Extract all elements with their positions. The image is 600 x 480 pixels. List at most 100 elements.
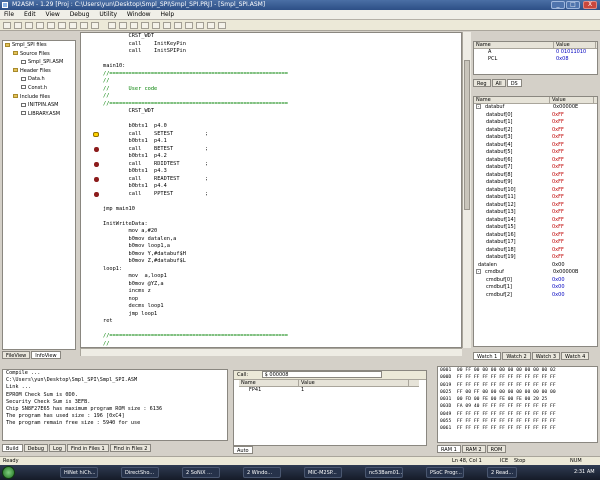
tab-reg[interactable]: Reg xyxy=(473,79,491,87)
stop-icon[interactable] xyxy=(152,22,160,29)
tab-output-2[interactable]: Debug xyxy=(23,444,49,452)
code-line[interactable]: decms loop1 xyxy=(81,303,461,311)
maximize-button[interactable]: □ xyxy=(566,1,580,9)
watch-row[interactable]: databuf[16] 0xFF xyxy=(474,232,597,240)
code-line[interactable]: //======================================… xyxy=(81,333,461,341)
code-line[interactable]: jmp loop1 xyxy=(81,311,461,319)
watch-row[interactable]: cmdbuf[0] 0x00 xyxy=(474,277,597,285)
code-line[interactable]: b0bts1 p4.2 xyxy=(81,153,461,161)
watch-row[interactable]: databuf[10] 0xFF xyxy=(474,187,597,195)
code-line[interactable]: b0bts1 p4.4 xyxy=(81,183,461,191)
code-line[interactable]: b0bts1 p4.1 xyxy=(81,138,461,146)
code-line[interactable]: // xyxy=(81,341,461,348)
tree-item[interactable]: Smpl_SPI.ASM xyxy=(3,58,75,67)
code-line[interactable]: mov a,loop1 xyxy=(81,273,461,281)
code-line[interactable] xyxy=(81,116,461,124)
code-line[interactable]: InitWriteData: xyxy=(81,221,461,229)
menu-window[interactable]: Window xyxy=(123,10,155,20)
code-line[interactable]: CRST_WDT xyxy=(81,33,461,41)
code-line[interactable]: // xyxy=(81,78,461,86)
tab-watch-2[interactable]: Watch 2 xyxy=(502,352,531,360)
watch-row[interactable]: databuf[12] 0xFF xyxy=(474,202,597,210)
code-line[interactable]: ret xyxy=(81,318,461,326)
taskbar-item[interactable]: 2 Read... xyxy=(487,467,517,478)
tree-item[interactable]: Include files xyxy=(3,93,75,102)
watch-row[interactable]: databuf[0] 0xFF xyxy=(474,112,597,120)
code-line[interactable] xyxy=(81,213,461,221)
close-button[interactable]: X xyxy=(583,1,597,9)
menu-edit[interactable]: Edit xyxy=(20,10,40,20)
code-line[interactable]: // xyxy=(81,93,461,101)
code-line[interactable]: call SETEST ; xyxy=(81,131,461,139)
taskbar-item[interactable]: nc53Bam01... xyxy=(365,467,403,478)
watch-row[interactable]: cmdbuf[2] 0x00 xyxy=(474,292,597,300)
call-row[interactable]: FP41 1 xyxy=(239,387,426,394)
tree-item[interactable]: INITPIN.ASM xyxy=(3,101,75,110)
watch-row[interactable]: databuf[15] 0xFF xyxy=(474,224,597,232)
menu-utility[interactable]: Utility xyxy=(95,10,121,20)
undo-icon[interactable] xyxy=(69,22,77,29)
download-icon[interactable] xyxy=(130,22,138,29)
watch-row[interactable]: databuf[13] 0xFF xyxy=(474,209,597,217)
tab-all[interactable]: All xyxy=(491,79,506,87)
code-line[interactable]: call RDIDTEST ; xyxy=(81,161,461,169)
rebuild-icon[interactable] xyxy=(119,22,127,29)
taskbar-item[interactable]: HiNet hiCh... xyxy=(60,467,98,478)
breakpoint-icon[interactable] xyxy=(94,147,99,152)
minimize-button[interactable]: _ xyxy=(551,1,565,9)
run-icon[interactable] xyxy=(141,22,149,29)
tree-item[interactable]: Source Files xyxy=(3,50,75,59)
watch-row[interactable]: databuf[2] 0xFF xyxy=(474,127,597,135)
new-icon[interactable] xyxy=(3,22,11,29)
code-line[interactable]: b0mov loop1,a xyxy=(81,243,461,251)
build-icon[interactable] xyxy=(108,22,116,29)
tab-output-5[interactable]: Find in Files 2 xyxy=(109,444,152,452)
code-line[interactable]: call InitSPIPin xyxy=(81,48,461,56)
tab-infoview[interactable]: InfoView xyxy=(31,351,61,359)
watch-row[interactable]: databuf[17] 0xFF xyxy=(474,239,597,247)
code-editor-scrollbar[interactable] xyxy=(462,32,471,348)
step-out-icon[interactable] xyxy=(185,22,193,29)
menu-help[interactable]: Help xyxy=(157,10,179,20)
taskbar-item[interactable]: 2 Windo... xyxy=(243,467,281,478)
tab-output-1[interactable]: Build xyxy=(2,444,23,452)
code-line[interactable]: CRST_WDT xyxy=(81,108,461,116)
call-address-field[interactable]: $ 000008 xyxy=(261,371,382,378)
tab-ram-2[interactable]: RAM 2 xyxy=(461,445,486,453)
code-line[interactable]: call BETEST ; xyxy=(81,146,461,154)
cut-icon[interactable] xyxy=(36,22,44,29)
menu-file[interactable]: File xyxy=(0,10,18,20)
menu-debug[interactable]: Debug xyxy=(66,10,94,20)
tree-item[interactable]: Const.h xyxy=(3,84,75,93)
taskbar-item[interactable]: DirectSho... xyxy=(121,467,159,478)
watch-row[interactable]: cmdbuf[1] 0x00 xyxy=(474,284,597,292)
tab-watch-3[interactable]: Watch 3 xyxy=(531,352,561,360)
watch-row[interactable]: databuf[19] 0xFF xyxy=(474,254,597,262)
tree-item[interactable]: Data.h xyxy=(3,75,75,84)
code-line[interactable]: b0bts1 p4.3 xyxy=(81,168,461,176)
code-line[interactable]: incms z xyxy=(81,288,461,296)
watch-row[interactable]: databuf[14] 0xFF xyxy=(474,217,597,225)
code-line[interactable]: call PPTEST ; xyxy=(81,191,461,199)
watch-icon[interactable] xyxy=(218,22,226,29)
code-editor[interactable]: CRST_WDT call InitKeyPin call InitSPIPin… xyxy=(80,32,462,348)
breakpoint-icon[interactable] xyxy=(207,22,215,29)
start-button[interactable] xyxy=(2,466,15,479)
redo-icon[interactable] xyxy=(80,22,88,29)
open-icon[interactable] xyxy=(14,22,22,29)
watch-row[interactable]: databuf[9] 0xFF xyxy=(474,179,597,187)
tab-output-3[interactable]: Log xyxy=(49,444,66,452)
watch-row[interactable]: databuf[11] 0xFF xyxy=(474,194,597,202)
breakpoint-icon[interactable] xyxy=(94,177,99,182)
menu-view[interactable]: View xyxy=(42,10,64,20)
tab-watch-1[interactable]: Watch 1 xyxy=(473,352,502,360)
code-line[interactable]: main10: xyxy=(81,63,461,71)
taskbar-item[interactable]: 2 SoNiX ... xyxy=(182,467,220,478)
code-line[interactable]: // User code xyxy=(81,86,461,94)
watch-row[interactable]: databuf[1] 0xFF xyxy=(474,119,597,127)
watch-row[interactable]: databuf[6] 0xFF xyxy=(474,157,597,165)
tab-ram-3[interactable]: ROM xyxy=(486,445,507,453)
tab-fileview[interactable]: FileView xyxy=(2,351,31,359)
reset-icon[interactable] xyxy=(196,22,204,29)
scrollbar-thumb[interactable] xyxy=(464,60,470,210)
